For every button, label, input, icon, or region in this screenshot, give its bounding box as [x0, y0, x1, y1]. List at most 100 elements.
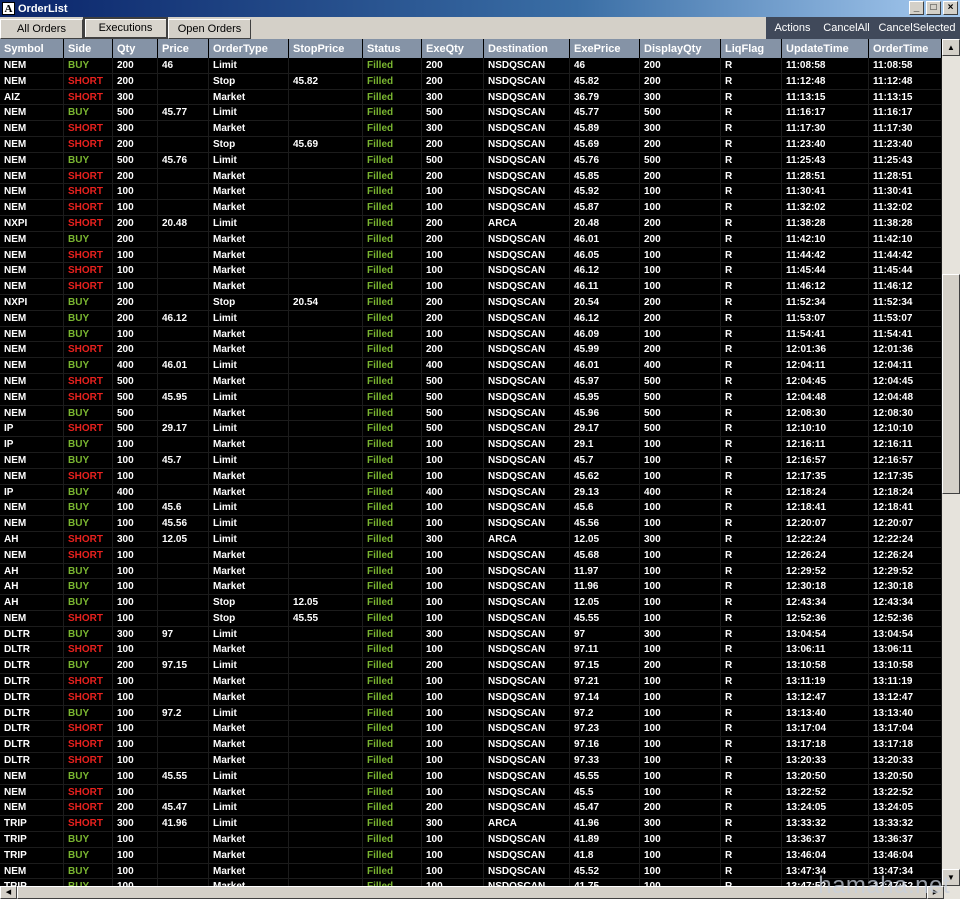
table-row[interactable]: DLTR SHORT 100 Market Filled 100 NSDQSCAN 97.14… [0, 689, 942, 706]
cell-status: Filled [363, 484, 422, 501]
tab-all-orders[interactable]: All Orders [0, 19, 83, 39]
table-row[interactable]: DLTR SHORT 100 Market Filled 100 NSDQSCAN 97.16… [0, 737, 942, 754]
table-row[interactable]: DLTR SHORT 100 Market Filled 100 NSDQSCAN 97.11… [0, 642, 942, 659]
table-row[interactable]: NEM SHORT 500 45.95 Limit Filled 500 NSDQSCAN 45… [0, 389, 942, 406]
horizontal-scrollbar[interactable]: ◀ ▶ [0, 886, 960, 899]
tab-open-orders[interactable]: Open Orders [168, 19, 251, 39]
cell-price: 97.15 [158, 658, 209, 675]
table-row[interactable]: NEM BUY 200 46 Limit Filled 200 NSDQSCAN 46 200 R 1… [0, 58, 942, 74]
table-row[interactable]: NXPI BUY 200 Stop 20.54 Filled 200 NSDQSCAN 20.5… [0, 294, 942, 311]
cell-status: Filled [363, 279, 422, 295]
table-row[interactable]: NEM BUY 100 45.7 Limit Filled 100 NSDQSCAN 45.7 1… [0, 452, 942, 469]
tab-executions[interactable]: Executions [83, 17, 168, 39]
table-row[interactable]: IP BUY 100 Market Filled 100 NSDQSCAN 29.1 100 R 1… [0, 437, 942, 453]
table-row[interactable]: NEM BUY 100 45.55 Limit Filled 100 NSDQSCAN 45.5… [0, 768, 942, 785]
table-row[interactable]: NEM SHORT 100 Market Filled 100 NSDQSCAN 45.5 10… [0, 784, 942, 801]
table-row[interactable]: DLTR SHORT 100 Market Filled 100 NSDQSCAN 97.33… [0, 753, 942, 769]
table-row[interactable]: NEM BUY 100 Market Filled 100 NSDQSCAN 46.09 100… [0, 326, 942, 343]
cell-price [158, 279, 209, 295]
table-row[interactable]: NEM BUY 200 46.12 Limit Filled 200 NSDQSCAN 46.1… [0, 310, 942, 327]
column-header-price[interactable]: Price [158, 39, 209, 58]
table-row[interactable]: NEM SHORT 100 Market Filled 100 NSDQSCAN 45.68 1… [0, 547, 942, 564]
table-row[interactable]: AH BUY 100 Market Filled 100 NSDQSCAN 11.96 100 R… [0, 579, 942, 596]
table-row[interactable]: NEM SHORT 100 Market Filled 100 NSDQSCAN 46.12 1… [0, 263, 942, 280]
table-row[interactable]: DLTR BUY 100 97.2 Limit Filled 100 NSDQSCAN 97.2… [0, 705, 942, 722]
cell-stopprice [289, 847, 363, 864]
column-header-symbol[interactable]: Symbol [0, 39, 64, 58]
table-row[interactable]: TRIP BUY 100 Market Filled 100 NSDQSCAN 41.8 100… [0, 847, 942, 864]
cell-ordertype: Limit [209, 310, 289, 327]
table-row[interactable]: IP BUY 400 Market Filled 400 NSDQSCAN 29.13 400 R… [0, 484, 942, 501]
table-row[interactable]: AH BUY 100 Stop 12.05 Filled 100 NSDQSCAN 12.05 1… [0, 595, 942, 611]
column-header-exeprice[interactable]: ExePrice [570, 39, 640, 58]
table-row[interactable]: NEM BUY 500 Market Filled 500 NSDQSCAN 45.96 500… [0, 405, 942, 422]
close-button[interactable]: × [943, 1, 958, 15]
table-row[interactable]: DLTR SHORT 100 Market Filled 100 NSDQSCAN 97.21… [0, 674, 942, 690]
cell-symbol: DLTR [0, 753, 64, 769]
cell-symbol: NEM [0, 405, 64, 422]
table-row[interactable]: TRIP BUY 100 Market Filled 100 NSDQSCAN 41.89 10… [0, 832, 942, 848]
cell-displayqty: 100 [640, 784, 721, 801]
cell-exeprice: 45.55 [570, 768, 640, 785]
table-row[interactable]: AIZ SHORT 300 Market Filled 300 NSDQSCAN 36.79 3… [0, 89, 942, 106]
table-row[interactable]: NEM BUY 400 46.01 Limit Filled 400 NSDQSCAN 46.0… [0, 358, 942, 374]
maximize-button[interactable]: □ [926, 1, 941, 15]
table-row[interactable]: NXPI SHORT 200 20.48 Limit Filled 200 ARCA 20.48… [0, 215, 942, 232]
table-row[interactable]: NEM SHORT 200 Stop 45.82 Filled 200 NSDQSCAN 45.… [0, 73, 942, 90]
table-row[interactable]: NEM SHORT 100 Stop 45.55 Filled 100 NSDQSCAN 45.… [0, 610, 942, 627]
column-header-destination[interactable]: Destination [484, 39, 570, 58]
cell-updatetime: 11:17:30 [782, 121, 869, 137]
scroll-thumb[interactable] [942, 274, 960, 494]
table-row[interactable]: NEM BUY 100 45.6 Limit Filled 100 NSDQSCAN 45.6 1… [0, 500, 942, 517]
table-row[interactable]: NEM BUY 100 45.56 Limit Filled 100 NSDQSCAN 45.5… [0, 516, 942, 532]
column-header-liqflag[interactable]: LiqFlag [721, 39, 782, 58]
table-row[interactable]: DLTR BUY 200 97.15 Limit Filled 200 NSDQSCAN 97.… [0, 658, 942, 675]
column-header-qty[interactable]: Qty [113, 39, 158, 58]
table-row[interactable]: NEM SHORT 300 Market Filled 300 NSDQSCAN 45.89 3… [0, 121, 942, 137]
table-row[interactable]: AH SHORT 300 12.05 Limit Filled 300 ARCA 12.05 30… [0, 531, 942, 548]
column-header-updatetime[interactable]: UpdateTime [782, 39, 869, 58]
table-row[interactable]: NEM BUY 200 Market Filled 200 NSDQSCAN 46.01 200… [0, 231, 942, 248]
column-header-displayqty[interactable]: DisplayQty [640, 39, 721, 58]
cell-side: SHORT [64, 373, 113, 390]
horizontal-scroll-thumb[interactable] [17, 886, 927, 899]
table-row[interactable]: NEM SHORT 200 Stop 45.69 Filled 200 NSDQSCAN 45.… [0, 136, 942, 153]
actions-menu[interactable]: Actions [766, 17, 819, 39]
table-row[interactable]: NEM BUY 100 Market Filled 100 NSDQSCAN 45.52 100… [0, 863, 942, 880]
table-row[interactable]: NEM SHORT 100 Market Filled 100 NSDQSCAN 46.11 1… [0, 279, 942, 295]
scroll-up-icon[interactable]: ▲ [942, 39, 960, 56]
vertical-scrollbar[interactable]: ▲ ▼ [942, 39, 960, 886]
cell-side: SHORT [64, 689, 113, 706]
column-header-exeqty[interactable]: ExeQty [422, 39, 484, 58]
table-row[interactable]: AH BUY 100 Market Filled 100 NSDQSCAN 11.97 100 R… [0, 563, 942, 580]
column-header-stopprice[interactable]: StopPrice [289, 39, 363, 58]
table-row[interactable]: NEM SHORT 100 Market Filled 100 NSDQSCAN 46.05 1… [0, 247, 942, 264]
table-row[interactable]: NEM SHORT 200 Market Filled 200 NSDQSCAN 45.99 2… [0, 342, 942, 359]
cancel-all-button[interactable]: CancelAll [819, 17, 874, 39]
column-header-side[interactable]: Side [64, 39, 113, 58]
table-row[interactable]: NEM BUY 500 45.77 Limit Filled 500 NSDQSCAN 45.7… [0, 105, 942, 122]
minimize-button[interactable]: _ [909, 1, 924, 15]
cancel-selected-button[interactable]: CancelSelected [874, 17, 960, 39]
column-header-ordertype[interactable]: OrderType [209, 39, 289, 58]
table-row[interactable]: IP SHORT 500 29.17 Limit Filled 500 NSDQSCAN 29.… [0, 421, 942, 438]
column-header-ordertime[interactable]: OrderTime [869, 39, 942, 58]
scroll-left-icon[interactable]: ◀ [0, 886, 17, 899]
table-row[interactable]: NEM SHORT 200 Market Filled 200 NSDQSCAN 45.85 2… [0, 168, 942, 185]
table-row[interactable]: TRIP SHORT 300 41.96 Limit Filled 300 ARCA 41.96… [0, 816, 942, 833]
table-row[interactable]: NEM SHORT 500 Market Filled 500 NSDQSCAN 45.97 5… [0, 373, 942, 390]
cell-exeqty: 200 [422, 58, 484, 74]
cell-stopprice: 45.55 [289, 610, 363, 627]
table-row[interactable]: NEM SHORT 100 Market Filled 100 NSDQSCAN 45.92 1… [0, 184, 942, 201]
table-row[interactable]: DLTR BUY 300 97 Limit Filled 300 NSDQSCAN 97 300 R… [0, 626, 942, 643]
cell-stopprice: 20.54 [289, 294, 363, 311]
table-row[interactable]: DLTR SHORT 100 Market Filled 100 NSDQSCAN 97.23… [0, 721, 942, 738]
column-header-status[interactable]: Status [363, 39, 422, 58]
cell-stopprice [289, 784, 363, 801]
cell-updatetime: 12:30:18 [782, 579, 869, 596]
cell-liqflag: R [721, 279, 782, 295]
table-row[interactable]: NEM SHORT 200 45.47 Limit Filled 200 NSDQSCAN 45… [0, 800, 942, 817]
table-row[interactable]: NEM BUY 500 45.76 Limit Filled 500 NSDQSCAN 45.7… [0, 152, 942, 169]
table-row[interactable]: NEM SHORT 100 Market Filled 100 NSDQSCAN 45.62 1… [0, 468, 942, 485]
table-row[interactable]: NEM SHORT 100 Market Filled 100 NSDQSCAN 45.87 1… [0, 200, 942, 216]
